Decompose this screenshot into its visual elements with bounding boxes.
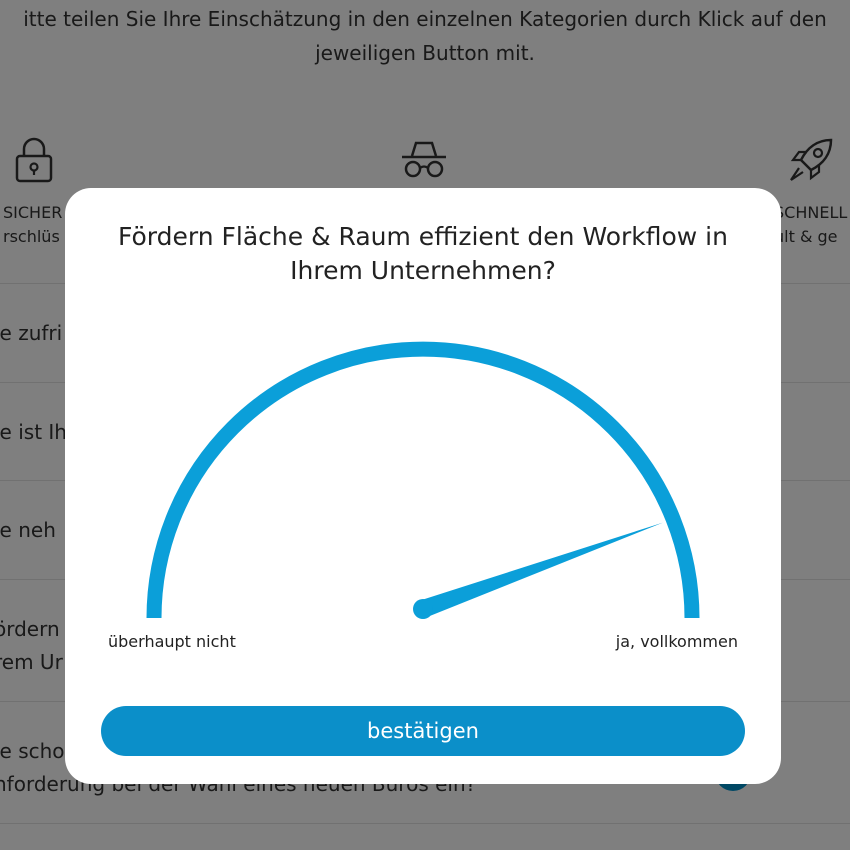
gauge-arc xyxy=(146,341,700,619)
rating-gauge[interactable] xyxy=(65,188,781,648)
rating-dialog: Fördern Fläche & Raum effizient den Work… xyxy=(65,188,781,784)
gauge-needle[interactable] xyxy=(413,522,663,619)
confirm-button[interactable]: bestätigen xyxy=(101,706,745,756)
scale-min-label: überhaupt nicht xyxy=(108,632,236,651)
scale-max-label: ja, vollkommen xyxy=(615,632,738,651)
